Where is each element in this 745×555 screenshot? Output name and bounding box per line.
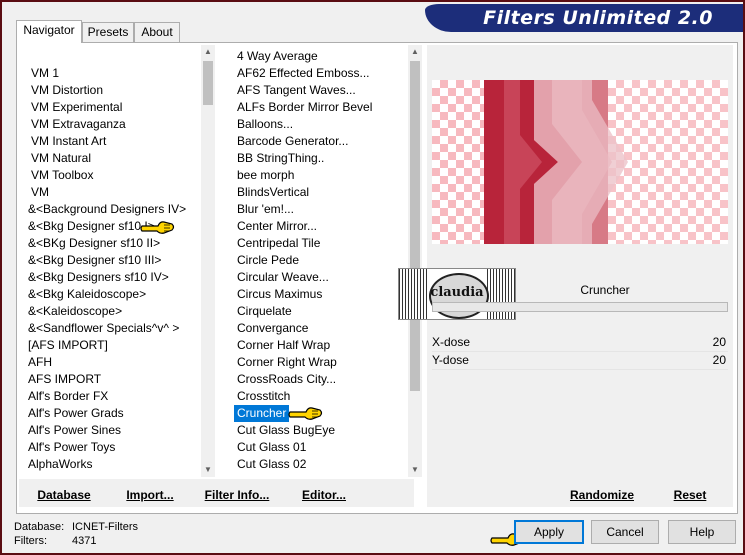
filter-name-text: Cruncher — [580, 283, 630, 297]
filter-item[interactable]: Centripedal Tile — [237, 235, 320, 252]
filter-item[interactable]: Barcode Generator... — [237, 133, 348, 150]
category-item[interactable]: AFH — [28, 354, 52, 371]
filter-item[interactable]: bee morph — [237, 167, 294, 184]
filter-info-button[interactable]: Filter Info... — [203, 485, 271, 505]
pointing-hand-icon — [288, 407, 323, 420]
param-row-y-dose[interactable]: Y-dose 20 — [432, 352, 728, 370]
param-row-x-dose[interactable]: X-dose 20 — [432, 334, 728, 352]
scroll-thumb[interactable] — [410, 61, 420, 391]
randomize-button[interactable]: Randomize — [567, 485, 637, 505]
category-item[interactable]: VM — [31, 184, 49, 201]
filter-item[interactable]: CrossRoads City... — [237, 371, 336, 388]
category-item[interactable]: VM Distortion — [31, 82, 103, 99]
apply-button[interactable]: Apply — [514, 520, 584, 544]
param-label: Y-dose — [432, 353, 469, 367]
filter-item[interactable]: AF62 Effected Emboss... — [237, 65, 370, 82]
category-item[interactable]: VM Toolbox — [31, 167, 93, 184]
category-item[interactable]: &<Background Designers IV> — [28, 201, 186, 218]
scroll-thumb[interactable] — [203, 61, 213, 105]
param-label: X-dose — [432, 335, 471, 349]
filter-item[interactable]: Convergance — [237, 320, 308, 337]
filter-scrollbar[interactable]: ▲ ▼ — [408, 45, 422, 477]
category-item[interactable]: &<Kaleidoscope> — [28, 303, 122, 320]
category-item[interactable]: &<Bkg Designer sf10 III> — [28, 252, 161, 269]
tab-presets[interactable]: Presets — [82, 22, 134, 42]
filter-item[interactable]: ALFs Border Mirror Bevel — [237, 99, 372, 116]
category-item[interactable]: &<BKg Designer sf10 II> — [28, 235, 160, 252]
category-list[interactable]: VM 1 VM Distortion VM Experimental VM Extra… — [19, 45, 217, 477]
filters-info: Filters: 4371 — [14, 534, 96, 548]
scroll-down-icon[interactable]: ▼ — [201, 463, 215, 477]
filter-item[interactable]: Circus Maximus — [237, 286, 322, 303]
category-item[interactable]: VM 1 — [31, 65, 59, 82]
watermark-stripes — [399, 269, 427, 319]
reset-button[interactable]: Reset — [667, 485, 713, 505]
category-item[interactable]: VM Instant Art — [31, 133, 106, 150]
category-item[interactable]: Alf's Border FX — [28, 388, 108, 405]
tab-navigator[interactable]: Navigator — [16, 20, 82, 43]
filter-item[interactable]: BlindsVertical — [237, 184, 309, 201]
category-item[interactable]: &<Sandflower Specials^v^ > — [28, 320, 179, 337]
category-item[interactable]: VM Natural — [31, 150, 91, 167]
category-item[interactable]: AFS IMPORT — [28, 371, 101, 388]
filter-item[interactable]: Cruncher — [234, 405, 290, 422]
scroll-up-icon[interactable]: ▲ — [408, 45, 422, 59]
category-item[interactable]: Alf's Power Toys — [28, 439, 115, 456]
filter-item[interactable]: BB StringThing.. — [237, 150, 324, 167]
editor-button[interactable]: Editor... — [299, 485, 349, 505]
cancel-button[interactable]: Cancel — [591, 520, 659, 544]
filter-item[interactable]: Center Mirror... — [237, 218, 317, 235]
filter-item[interactable]: 4 Way Average — [237, 48, 318, 65]
filter-item[interactable]: Cut Glass BugEye — [237, 422, 335, 439]
filter-item[interactable]: Cut Glass 01 — [237, 439, 306, 456]
filter-item[interactable]: Circular Weave... — [237, 269, 329, 286]
filter-item[interactable]: Cirquelate — [237, 303, 292, 320]
category-item[interactable]: VM Experimental — [31, 99, 122, 116]
filters-count: 4371 — [72, 535, 97, 547]
category-item[interactable]: [AFS IMPORT] — [28, 337, 108, 354]
filter-item[interactable]: Crosstitch — [237, 388, 290, 405]
filter-item[interactable]: Corner Half Wrap — [237, 337, 330, 354]
database-button[interactable]: Database — [31, 485, 97, 505]
filters-label: Filters: — [14, 535, 47, 547]
param-value: 20 — [712, 353, 726, 367]
category-item[interactable]: VM Extravaganza — [31, 116, 126, 133]
filter-item[interactable]: Balloons... — [237, 116, 293, 133]
category-scrollbar[interactable]: ▲ ▼ — [201, 45, 215, 477]
scroll-up-icon[interactable]: ▲ — [201, 45, 215, 59]
category-item[interactable]: &<Bkg Designer sf10 I> — [28, 218, 155, 235]
category-item[interactable]: &<Bkg Kaleidoscope> — [28, 286, 146, 303]
database-info: Database: ICNET-Filters — [14, 520, 138, 534]
filter-item[interactable]: Blur 'em!... — [237, 201, 294, 218]
tab-about[interactable]: About — [134, 22, 180, 42]
category-item[interactable]: Alf's Power Grads — [28, 405, 124, 422]
category-item[interactable]: AlphaWorks — [28, 456, 92, 473]
window-title: Filters Unlimited 2.0 — [483, 7, 713, 29]
scroll-down-icon[interactable]: ▼ — [408, 463, 422, 477]
filter-item[interactable]: Cut Glass 02 — [237, 456, 306, 473]
filter-name-bar — [432, 302, 728, 312]
filter-name-label: Cruncher — [432, 280, 728, 300]
pointing-hand-icon — [140, 221, 175, 234]
database-value: ICNET-Filters — [72, 521, 138, 533]
import-button[interactable]: Import... — [121, 485, 179, 505]
category-item[interactable]: &<Bkg Designers sf10 IV> — [28, 269, 169, 286]
title-banner: Filters Unlimited 2.0 — [425, 4, 743, 32]
preview-artwork — [484, 80, 728, 244]
filter-item[interactable]: Corner Right Wrap — [237, 354, 337, 371]
help-button[interactable]: Help — [668, 520, 736, 544]
filter-item[interactable]: Circle Pede — [237, 252, 299, 269]
filter-item[interactable]: AFS Tangent Waves... — [237, 82, 356, 99]
database-label: Database: — [14, 521, 65, 533]
category-item[interactable]: Alf's Power Sines — [28, 422, 121, 439]
filter-preview — [432, 80, 728, 244]
param-value: 20 — [712, 335, 726, 349]
dialog-window: Filters Unlimited 2.0 Navigator Presets … — [0, 0, 745, 555]
